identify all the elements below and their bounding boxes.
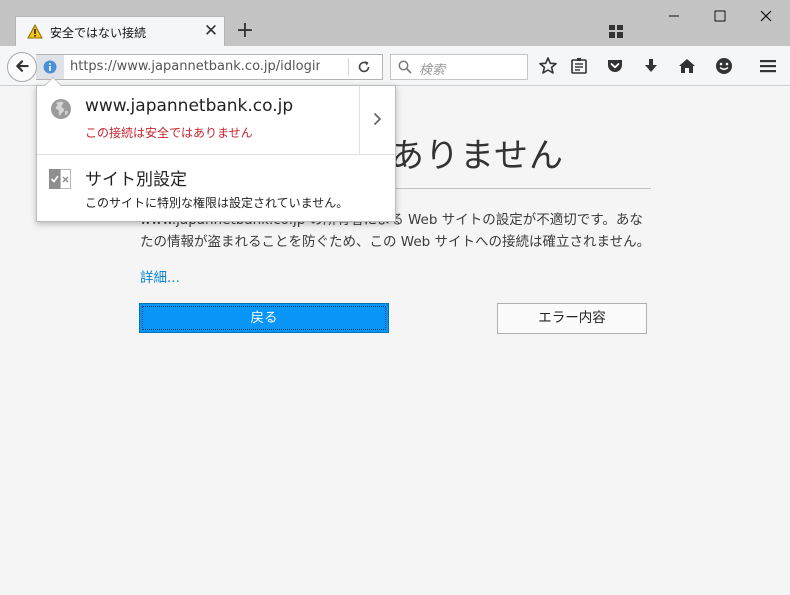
minimize-icon[interactable] xyxy=(654,4,694,28)
chevron-right-icon[interactable] xyxy=(370,110,386,128)
close-window-icon[interactable] xyxy=(746,4,786,28)
popup-arrow-fill xyxy=(45,78,61,86)
warning-icon xyxy=(27,24,43,39)
permissions-icon xyxy=(49,169,71,189)
tab-title: 安全ではない接続 xyxy=(50,26,147,40)
tab-groups-icon[interactable] xyxy=(609,25,623,38)
permissions-description: このサイトに特別な権限は設定されていません。 xyxy=(85,196,349,210)
page-title: ありません xyxy=(390,136,564,176)
connection-section[interactable]: www.japannetbank.co.jp この接続は安全ではありません xyxy=(37,86,395,154)
popup-horizontal-divider xyxy=(37,154,395,155)
home-icon[interactable] xyxy=(677,56,697,76)
url-bar[interactable]: https://www.japannetbank.co.jp/idlogin.h… xyxy=(36,54,383,80)
menu-icon[interactable] xyxy=(758,56,778,76)
site-identity-button[interactable] xyxy=(36,55,64,79)
error-details-button[interactable]: エラー内容 xyxy=(497,303,647,334)
search-icon xyxy=(398,60,412,74)
info-icon xyxy=(43,60,57,74)
popup-host: www.japannetbank.co.jp xyxy=(85,96,294,116)
new-tab-button[interactable]: + xyxy=(235,19,255,43)
reading-list-icon[interactable] xyxy=(569,56,589,76)
tab-insecure-connection[interactable]: 安全ではない接続 ✕ xyxy=(15,16,225,46)
smiley-icon[interactable] xyxy=(714,56,734,76)
navigation-toolbar: https://www.japannetbank.co.jp/idlogin.h… xyxy=(0,46,790,86)
url-text[interactable]: https://www.japannetbank.co.jp/idlogin.h… xyxy=(70,59,320,74)
search-placeholder: 検索 xyxy=(419,63,446,78)
back-button[interactable] xyxy=(7,52,37,82)
download-icon[interactable] xyxy=(641,56,661,76)
title-bar: 安全ではない接続 ✕ + — ☐ ✕ xyxy=(0,0,790,46)
star-icon[interactable] xyxy=(538,56,558,76)
identity-popup: www.japannetbank.co.jp この接続は安全ではありません サイ… xyxy=(36,85,396,222)
search-bar[interactable]: 検索 xyxy=(390,54,528,80)
url-separator xyxy=(348,58,349,76)
back-arrow-icon xyxy=(16,60,29,72)
popup-vertical-divider xyxy=(359,86,360,154)
globe-icon xyxy=(51,99,71,119)
insecure-connection-text: この接続は安全ではありません xyxy=(85,126,253,140)
advanced-link[interactable]: 詳細... xyxy=(140,266,180,286)
pocket-icon[interactable] xyxy=(605,56,625,76)
go-back-button[interactable]: 戻る xyxy=(139,303,389,333)
reload-icon[interactable] xyxy=(356,59,372,75)
permissions-title: サイト別設定 xyxy=(85,170,187,190)
maximize-icon[interactable] xyxy=(700,4,740,28)
tab-close-icon[interactable]: ✕ xyxy=(203,21,219,41)
